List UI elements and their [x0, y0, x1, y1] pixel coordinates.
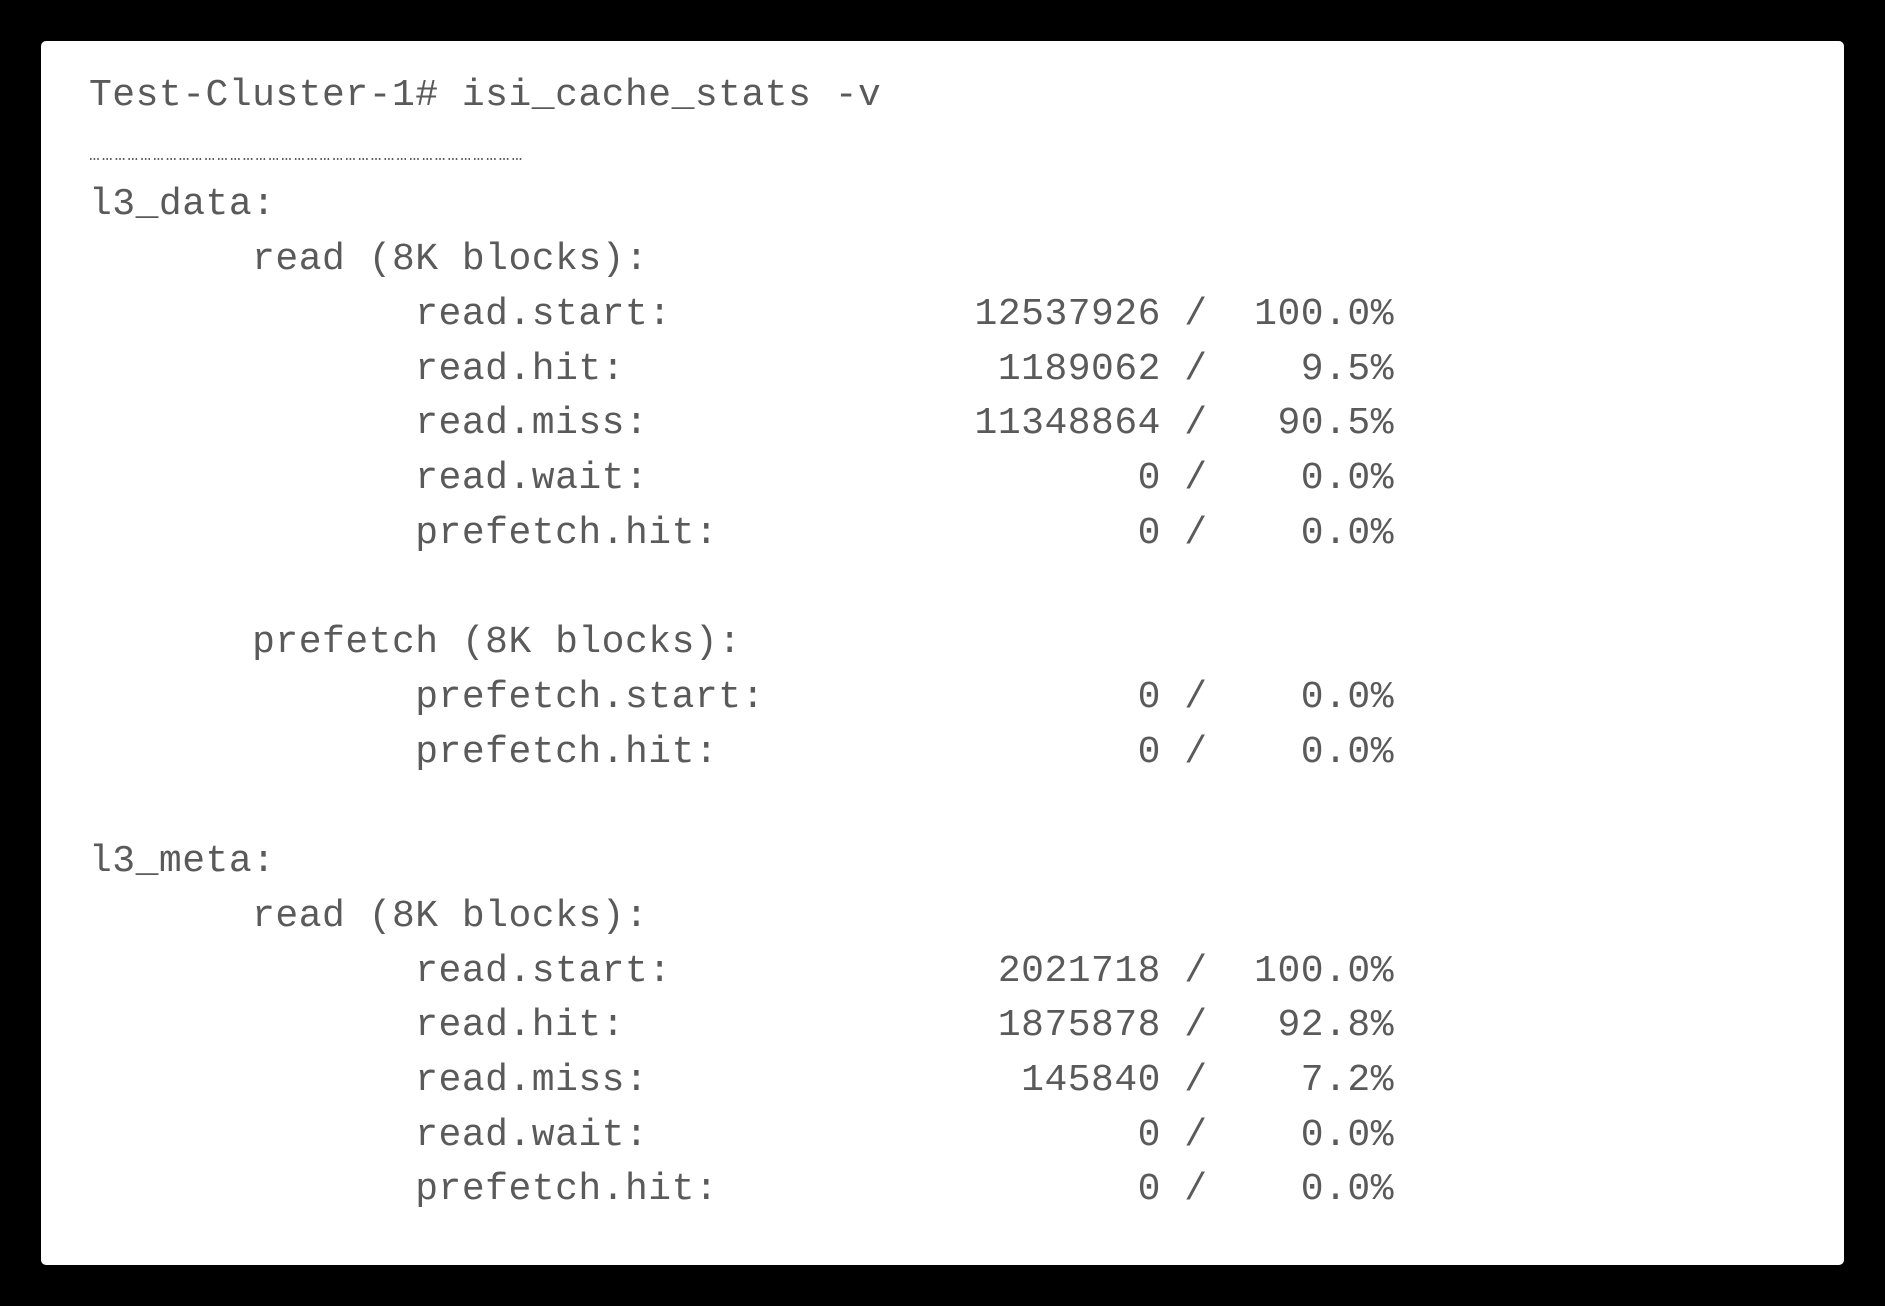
- l3-data-read-header: read (8K blocks):: [89, 238, 648, 281]
- l3-meta-read-row: read.start: 2021718 / 100.0%: [89, 950, 1394, 993]
- section-l3-meta-header: l3_meta:: [89, 840, 275, 883]
- l3-meta-read-row: read.miss: 145840 / 7.2%: [89, 1059, 1394, 1102]
- l3-meta-read-header: read (8K blocks):: [89, 895, 648, 938]
- l3-data-prefetch-header: prefetch (8K blocks):: [89, 621, 742, 664]
- terminal-panel: Test-Cluster-1# isi_cache_stats -v ………………: [38, 38, 1847, 1268]
- output-truncation: …………………………………………………………………………………………: [89, 146, 524, 166]
- l3-data-read-row: prefetch.hit: 0 / 0.0%: [89, 512, 1394, 555]
- l3-meta-read-row: prefetch.hit: 0 / 0.0%: [89, 1168, 1394, 1211]
- l3-meta-read-row: read.hit: 1875878 / 92.8%: [89, 1004, 1394, 1047]
- l3-data-read-row: read.start: 12537926 / 100.0%: [89, 293, 1394, 336]
- l3-data-prefetch-row: prefetch.hit: 0 / 0.0%: [89, 731, 1394, 774]
- l3-data-prefetch-row: prefetch.start: 0 / 0.0%: [89, 676, 1394, 719]
- l3-data-read-row: read.miss: 11348864 / 90.5%: [89, 402, 1394, 445]
- l3-data-read-row: read.wait: 0 / 0.0%: [89, 457, 1394, 500]
- l3-data-read-row: read.hit: 1189062 / 9.5%: [89, 348, 1394, 391]
- command-line: Test-Cluster-1# isi_cache_stats -v: [89, 74, 881, 117]
- section-l3-data-header: l3_data:: [89, 183, 275, 226]
- l3-meta-read-row: read.wait: 0 / 0.0%: [89, 1114, 1394, 1157]
- terminal-output: Test-Cluster-1# isi_cache_stats -v ………………: [89, 69, 1804, 1218]
